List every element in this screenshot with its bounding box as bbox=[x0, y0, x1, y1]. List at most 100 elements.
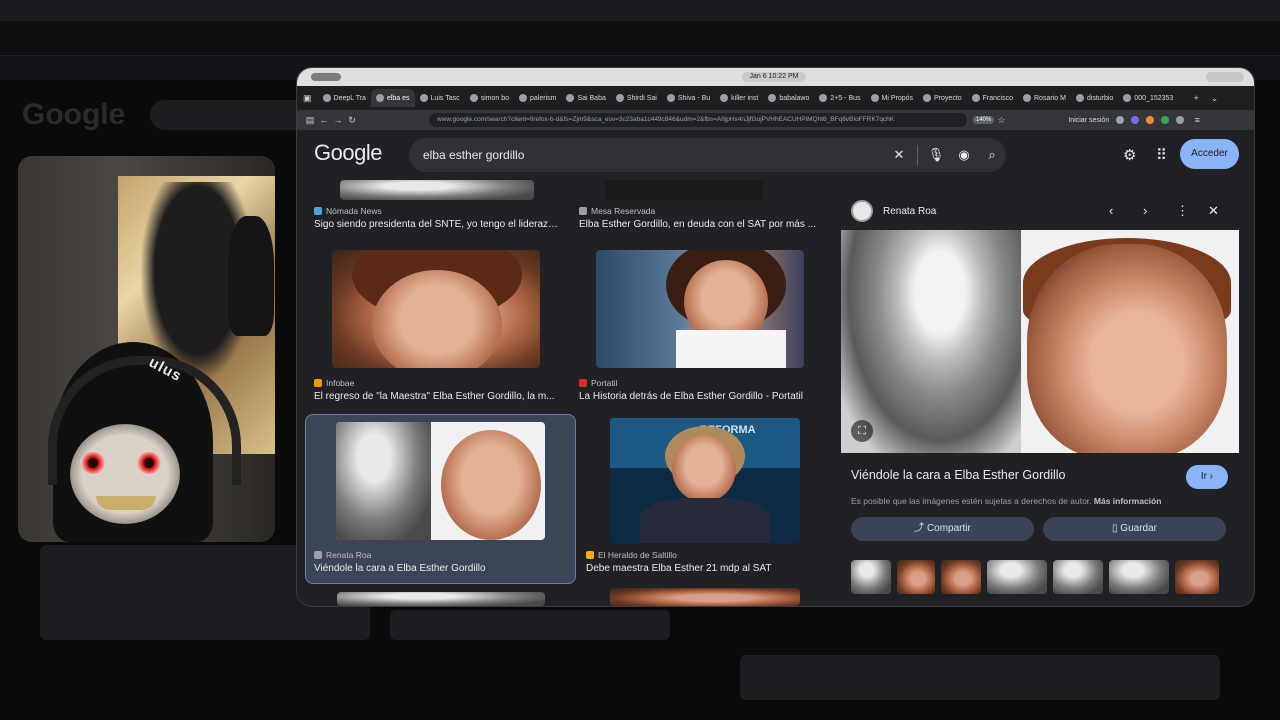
detail-source[interactable]: Renata Roa bbox=[851, 200, 936, 222]
related-thumbnail[interactable] bbox=[1053, 560, 1103, 594]
clear-icon[interactable]: ✕ bbox=[885, 147, 913, 163]
tab-list-icon[interactable]: ▣ bbox=[297, 93, 318, 104]
result-thumbnail[interactable] bbox=[596, 250, 804, 368]
result-thumbnail[interactable] bbox=[337, 592, 545, 606]
search-input[interactable]: elba esther gordillo bbox=[409, 148, 885, 162]
more-info-link[interactable]: Más información bbox=[1094, 496, 1162, 506]
result-source[interactable]: Infobae bbox=[314, 378, 354, 388]
tab-favicon-icon bbox=[768, 94, 777, 102]
browser-tab[interactable]: killer inst bbox=[715, 89, 763, 107]
browser-tab[interactable]: Sai Baba bbox=[561, 89, 610, 107]
browser-tab[interactable]: Proyecto bbox=[918, 89, 967, 107]
tab-favicon-icon bbox=[322, 94, 331, 102]
browser-tab[interactable]: babalawo bbox=[763, 89, 814, 107]
zoom-indicator[interactable]: 140% bbox=[973, 116, 995, 124]
result-thumbnail[interactable] bbox=[605, 180, 763, 200]
microphone-icon[interactable]: 🎙 bbox=[922, 147, 950, 163]
browser-tab[interactable]: Shiva - Bu bbox=[662, 89, 715, 107]
extension-icon[interactable] bbox=[1161, 116, 1170, 124]
result-caption[interactable]: El regreso de "la Maestra" Elba Esther G… bbox=[314, 391, 562, 402]
search-icon[interactable]: ⌕ bbox=[978, 147, 1006, 163]
result-caption[interactable]: La Historia detrás de Elba Esther Gordil… bbox=[579, 391, 823, 402]
new-tab-button[interactable]: + bbox=[1188, 93, 1205, 103]
browser-tab[interactable]: Francisco bbox=[967, 89, 1018, 107]
window-controls[interactable] bbox=[311, 73, 341, 81]
browser-tab[interactable]: 000_152353 bbox=[1118, 89, 1178, 107]
chevron-down-icon[interactable]: ⌄ bbox=[1205, 93, 1225, 104]
browser-tab[interactable]: Rosario M bbox=[1018, 89, 1071, 107]
tab-label: DeepL Tra bbox=[333, 94, 366, 102]
result-caption[interactable]: Elba Esther Gordillo, en deuda con el SA… bbox=[579, 219, 823, 230]
result-source[interactable]: Nómada News bbox=[314, 206, 382, 216]
related-thumbnail[interactable] bbox=[851, 560, 891, 594]
lens-search-icon[interactable]: ⛶ bbox=[851, 420, 873, 442]
google-logo[interactable]: Google bbox=[314, 140, 382, 166]
acceder-button[interactable]: Acceder bbox=[1180, 139, 1239, 169]
browser-tab[interactable]: DeepL Tra bbox=[318, 89, 371, 107]
browser-tab[interactable]: Mi Propós bbox=[866, 89, 919, 107]
extension-icon[interactable] bbox=[1131, 116, 1140, 124]
related-thumbnail[interactable] bbox=[987, 560, 1047, 594]
result-thumbnail[interactable] bbox=[340, 180, 534, 200]
result-caption[interactable]: Sigo siendo presidenta del SNTE, yo teng… bbox=[314, 219, 562, 230]
save-button[interactable]: ▯ Guardar bbox=[1043, 517, 1226, 541]
related-thumbnail[interactable] bbox=[941, 560, 981, 594]
result-thumbnail[interactable]: REFORMA bbox=[610, 418, 800, 543]
source-avatar bbox=[851, 200, 873, 222]
extension-icon[interactable] bbox=[1146, 116, 1155, 124]
result-caption[interactable]: Viéndole la cara a Elba Esther Gordillo bbox=[314, 563, 562, 574]
result-source[interactable]: Renata Roa bbox=[314, 550, 371, 560]
result-caption[interactable]: Debe maestra Elba Esther 21 mdp al SAT bbox=[586, 563, 826, 574]
tab-favicon-icon bbox=[720, 94, 729, 102]
gear-icon[interactable]: ⚙ bbox=[1123, 146, 1136, 164]
sidebar-icon[interactable]: ▤ bbox=[303, 115, 317, 126]
related-thumbnail[interactable] bbox=[1109, 560, 1169, 594]
back-button[interactable]: ← bbox=[317, 115, 331, 125]
close-icon[interactable]: ✕ bbox=[1208, 203, 1219, 219]
result-thumbnail[interactable] bbox=[610, 588, 800, 606]
tab-label: killer inst bbox=[731, 94, 759, 102]
result-thumbnail[interactable] bbox=[336, 422, 545, 540]
browser-tab[interactable]: Luis Tasc bbox=[415, 89, 465, 107]
tab-favicon-icon bbox=[419, 94, 428, 102]
browser-tab[interactable]: disturbio bbox=[1071, 89, 1118, 107]
tab-favicon-icon bbox=[375, 94, 384, 102]
browser-tab[interactable]: 2+5 - Bus bbox=[814, 89, 865, 107]
extension-icon[interactable] bbox=[1176, 116, 1185, 124]
extension-icon[interactable] bbox=[1116, 116, 1125, 124]
tab-favicon-icon bbox=[519, 94, 527, 102]
browser-signin[interactable]: Iniciar sesión bbox=[1068, 117, 1109, 124]
system-tray[interactable] bbox=[1206, 72, 1244, 82]
browser-tab[interactable]: palerism bbox=[514, 89, 561, 107]
tab-label: Sai Baba bbox=[577, 94, 606, 102]
related-thumbnail[interactable] bbox=[1175, 560, 1219, 594]
result-source[interactable]: Portatil bbox=[579, 378, 617, 388]
result-thumbnail[interactable] bbox=[332, 250, 540, 368]
browser-tab[interactable]: elba es bbox=[370, 89, 415, 107]
share-button[interactable]: ⤴ Compartir bbox=[851, 517, 1034, 541]
browser-tab[interactable]: simon bo bbox=[465, 89, 514, 107]
tab-label: simon bo bbox=[480, 94, 509, 102]
result-source[interactable]: El Heraldo de Saltillo bbox=[586, 550, 677, 560]
previous-icon[interactable]: ‹ bbox=[1109, 203, 1113, 218]
menu-icon[interactable]: ≡ bbox=[1190, 115, 1204, 125]
lens-icon[interactable]: ◉ bbox=[950, 147, 978, 163]
apps-grid-icon[interactable]: ⠿ bbox=[1156, 146, 1167, 164]
result-source[interactable]: Mesa Reservada bbox=[579, 206, 655, 216]
detail-image[interactable]: ⛶ bbox=[841, 230, 1239, 453]
related-thumbnail[interactable] bbox=[897, 560, 935, 594]
tab-label: elba es bbox=[386, 94, 410, 102]
tab-label: Rosario M bbox=[1034, 94, 1066, 102]
detail-title[interactable]: Viéndole la cara a Elba Esther Gordillo bbox=[851, 468, 1065, 482]
address-bar[interactable]: www.google.com/search?client=firefox-b-d… bbox=[429, 113, 967, 127]
bookmark-star-icon[interactable]: ☆ bbox=[994, 115, 1008, 126]
forward-button[interactable]: → bbox=[331, 115, 345, 125]
go-button[interactable]: Ir › bbox=[1186, 465, 1228, 489]
tab-favicon-icon bbox=[1023, 94, 1031, 102]
tab-favicon-icon bbox=[469, 94, 478, 102]
search-box[interactable]: elba esther gordillo ✕ 🎙 ◉ ⌕ bbox=[409, 138, 1006, 172]
browser-tab[interactable]: Shirdi Sai bbox=[611, 89, 662, 107]
next-icon[interactable]: › bbox=[1143, 203, 1147, 218]
more-options-icon[interactable]: ⋮ bbox=[1176, 203, 1189, 219]
reload-button[interactable]: ↻ bbox=[345, 115, 359, 126]
